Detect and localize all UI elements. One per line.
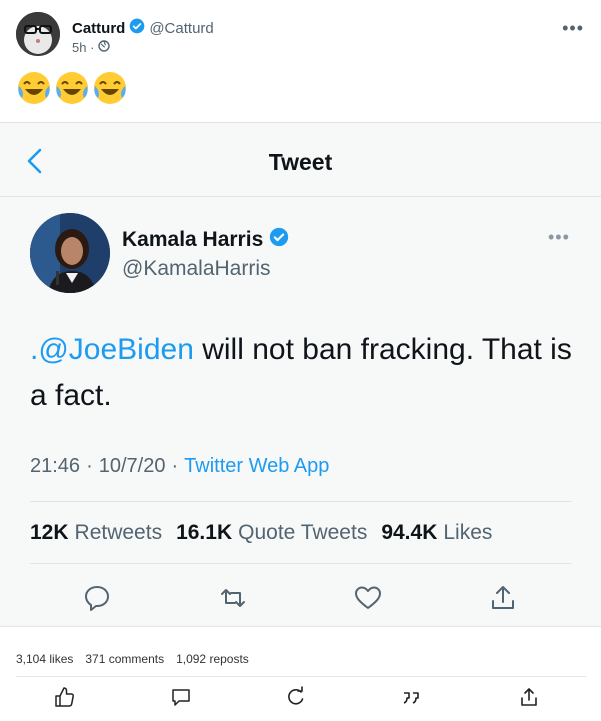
post-time: 5h · [72, 40, 95, 55]
tweet-topbar: Tweet [0, 123, 601, 197]
mention-link: .@JoeBiden [30, 333, 194, 366]
divider [30, 501, 572, 502]
tweet-meta: 21:46 · 10/7/20 · Twitter Web App [30, 455, 329, 478]
verified-icon [269, 227, 289, 252]
retweets-count: 12K [30, 521, 69, 544]
quote-button-icon[interactable] [400, 686, 422, 708]
reply-icon [85, 586, 109, 611]
quote-count: 16.1K [176, 521, 233, 544]
laughing-crying-emoji-icon [18, 72, 50, 104]
avatar [30, 213, 110, 293]
comments-count[interactable]: 371 comments [85, 652, 164, 666]
like-button-icon[interactable] [53, 686, 75, 708]
globe-icon [98, 40, 111, 55]
post-header: Catturd @Catturd 5h · ••• [16, 10, 586, 60]
retweets-stat: 12K Retweets [30, 521, 162, 545]
tweet-text: .@JoeBiden will not ban fracking. That i… [30, 327, 580, 419]
comment-button-icon[interactable] [170, 686, 192, 708]
author-name: Kamala Harris [122, 227, 264, 251]
tweet-date: 10/7/20 [98, 455, 166, 477]
laughing-crying-emoji-icon [94, 72, 126, 104]
tweet-stats: 12K Retweets 16.1K Quote Tweets 94.4K Likes [30, 521, 492, 545]
post-author: Catturd @Catturd [72, 18, 214, 38]
post-meta: 5h · [72, 40, 111, 55]
tweet-app: Twitter Web App [184, 455, 330, 477]
reposts-count[interactable]: 1,092 reposts [176, 652, 249, 666]
author-handle: @KamalaHarris [122, 257, 271, 280]
likes-count: 94.4K [381, 521, 438, 544]
verified-icon [129, 18, 145, 38]
repost-button-icon[interactable] [285, 686, 307, 708]
likes-stat: 94.4K Likes [381, 521, 492, 545]
quote-tweets-stat: 16.1K Quote Tweets [176, 521, 367, 545]
retweets-label: Retweets [74, 521, 163, 544]
retweet-icon [221, 589, 245, 607]
embedded-tweet-screenshot[interactable]: Tweet Kamala Harris @KamalaHarris ••• .@… [0, 122, 601, 627]
page-title: Tweet [268, 149, 333, 175]
quote-label: Quote Tweets [238, 521, 368, 544]
tweet-actions [0, 583, 601, 619]
divider [16, 676, 586, 677]
more-options-icon[interactable]: ••• [562, 18, 584, 39]
likes-label: Likes [443, 521, 493, 544]
share-icon [492, 586, 514, 609]
post-counts: 3,104 likes 371 comments 1,092 reposts [16, 652, 249, 666]
separator: · [86, 455, 93, 477]
tweet-author: Kamala Harris [122, 227, 289, 252]
tweet-time: 21:46 [30, 455, 81, 477]
heart-icon [355, 586, 381, 609]
separator: · [171, 455, 179, 477]
author-name[interactable]: Catturd [72, 20, 125, 37]
avatar[interactable] [16, 12, 60, 56]
emoji-reactions [16, 70, 128, 106]
laughing-crying-emoji-icon [56, 72, 88, 104]
more-options-icon: ••• [548, 227, 570, 247]
divider [30, 563, 572, 564]
likes-count[interactable]: 3,104 likes [16, 652, 73, 666]
share-button-icon[interactable] [518, 686, 540, 708]
author-handle[interactable]: @Catturd [149, 20, 213, 37]
